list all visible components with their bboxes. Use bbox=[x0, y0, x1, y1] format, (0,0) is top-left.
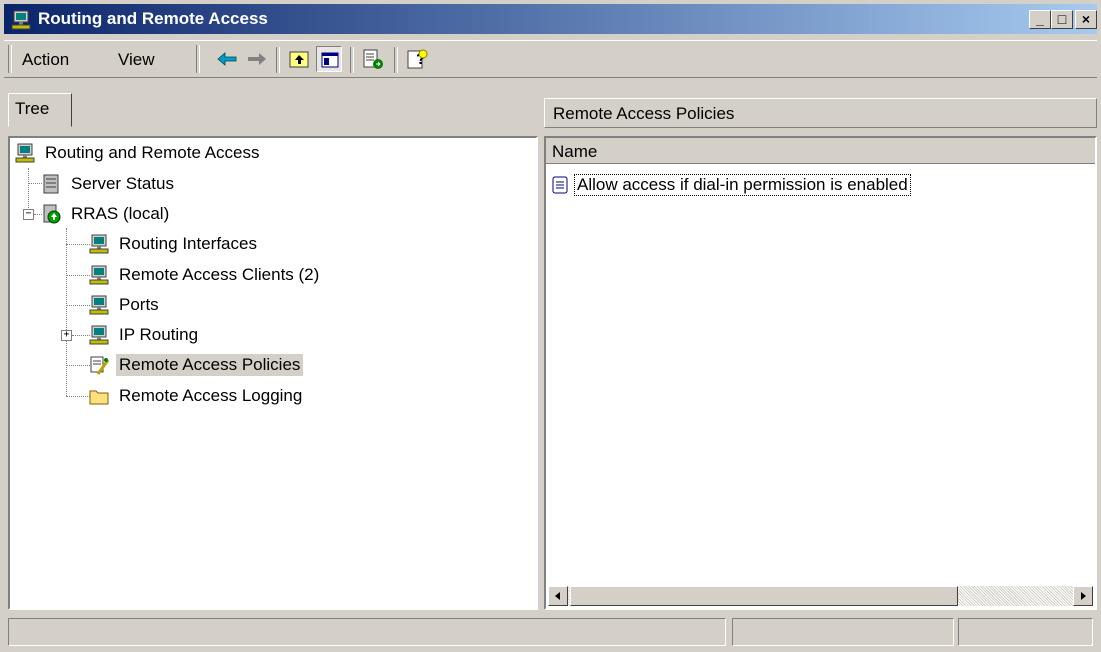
tree-item-server-status[interactable]: Server Status bbox=[40, 171, 177, 197]
server-icon bbox=[40, 173, 62, 195]
forward-arrow-icon bbox=[244, 46, 270, 72]
expand-toggle[interactable]: + bbox=[61, 330, 72, 341]
details-panel: Name Allow access if dial-in permission … bbox=[544, 136, 1097, 610]
column-header-name[interactable]: Name bbox=[546, 138, 1095, 164]
tree-item-label: Server Status bbox=[71, 174, 174, 193]
tab-tree[interactable]: Tree bbox=[8, 93, 72, 127]
tree-item-rras-local[interactable]: RRAS (local) bbox=[40, 201, 172, 227]
tree-item-label: Ports bbox=[119, 295, 159, 314]
window-title: Routing and Remote Access bbox=[38, 9, 268, 28]
computer-icon bbox=[88, 264, 110, 286]
toolbar-grip[interactable] bbox=[8, 45, 12, 73]
tree-item-ip-routing[interactable]: IP Routing bbox=[88, 322, 201, 348]
toolbar: Action View ? bbox=[4, 40, 1097, 78]
toolbar-separator bbox=[276, 47, 280, 73]
menu-action[interactable]: Action bbox=[22, 50, 69, 70]
tree-item-label: Remote Access Clients (2) bbox=[119, 265, 320, 284]
menu-action-label: Action bbox=[22, 50, 70, 69]
export-list-icon[interactable] bbox=[360, 46, 386, 72]
computer-icon bbox=[88, 294, 110, 316]
tree-item-label: Remote Access Logging bbox=[119, 386, 303, 405]
scroll-thumb[interactable] bbox=[570, 586, 958, 606]
up-one-level-icon[interactable] bbox=[286, 46, 312, 72]
status-bar bbox=[4, 618, 1097, 648]
computer-icon bbox=[10, 9, 32, 31]
computer-icon bbox=[14, 142, 36, 164]
tree-item-label: Remote Access Policies bbox=[116, 354, 304, 376]
tree-connector bbox=[66, 365, 90, 366]
tree-item-routing-interfaces[interactable]: Routing Interfaces bbox=[88, 231, 260, 257]
back-arrow-icon[interactable] bbox=[214, 46, 240, 72]
menu-view[interactable]: View bbox=[118, 50, 155, 70]
policy-scroll-icon bbox=[550, 174, 572, 196]
status-pane bbox=[8, 618, 726, 646]
tree-connector bbox=[66, 275, 90, 276]
tree-item-label: IP Routing bbox=[119, 325, 199, 344]
title-bar[interactable]: Routing and Remote Access _ □ × bbox=[4, 4, 1097, 34]
minimize-button[interactable]: _ bbox=[1029, 10, 1051, 29]
tree-item-routing-and-remote-access[interactable]: Routing and Remote Access bbox=[14, 140, 263, 166]
folder-icon bbox=[88, 385, 110, 407]
tree-item-remote-access-policies[interactable]: Remote Access Policies bbox=[88, 352, 304, 378]
tree-item-remote-access-logging[interactable]: Remote Access Logging bbox=[88, 383, 305, 409]
toolbar-separator bbox=[394, 47, 398, 73]
details-header: Remote Access Policies bbox=[544, 98, 1097, 128]
close-button[interactable]: × bbox=[1075, 10, 1097, 29]
toolbar-grip-2[interactable] bbox=[196, 45, 200, 73]
list-item[interactable]: Allow access if dial-in permission is en… bbox=[550, 172, 911, 198]
help-icon[interactable]: ? bbox=[404, 46, 430, 72]
tree-connector bbox=[66, 305, 90, 306]
tree-connector bbox=[66, 244, 90, 245]
scroll-left-button[interactable] bbox=[548, 586, 568, 606]
computer-icon bbox=[88, 324, 110, 346]
computer-icon bbox=[88, 233, 110, 255]
tree-item-label: Routing and Remote Access bbox=[45, 143, 260, 162]
tree-item-ports[interactable]: Ports bbox=[88, 292, 162, 318]
scroll-right-button[interactable] bbox=[1073, 586, 1093, 606]
show-hide-tree-icon[interactable] bbox=[316, 46, 342, 72]
tree-item-remote-access-clients[interactable]: Remote Access Clients (2) bbox=[88, 262, 322, 288]
tree-panel: − + Routing and Remote Access Server Sta… bbox=[8, 136, 538, 610]
collapse-toggle[interactable]: − bbox=[23, 209, 34, 220]
tree-item-label: RRAS (local) bbox=[71, 204, 170, 223]
list-item-label: Allow access if dial-in permission is en… bbox=[574, 174, 911, 196]
server-up-icon bbox=[40, 203, 62, 225]
maximize-button[interactable]: □ bbox=[1051, 10, 1073, 29]
horizontal-scrollbar[interactable] bbox=[548, 586, 1093, 606]
tree-connector bbox=[66, 228, 67, 396]
status-pane bbox=[958, 618, 1093, 646]
menu-view-label: View bbox=[118, 50, 155, 69]
policy-icon bbox=[88, 354, 110, 376]
status-pane bbox=[732, 618, 954, 646]
app-window: Routing and Remote Access _ □ × Action V… bbox=[0, 0, 1101, 652]
toolbar-separator bbox=[350, 47, 354, 73]
tree-connector bbox=[66, 396, 90, 397]
tree-item-label: Routing Interfaces bbox=[119, 234, 257, 253]
